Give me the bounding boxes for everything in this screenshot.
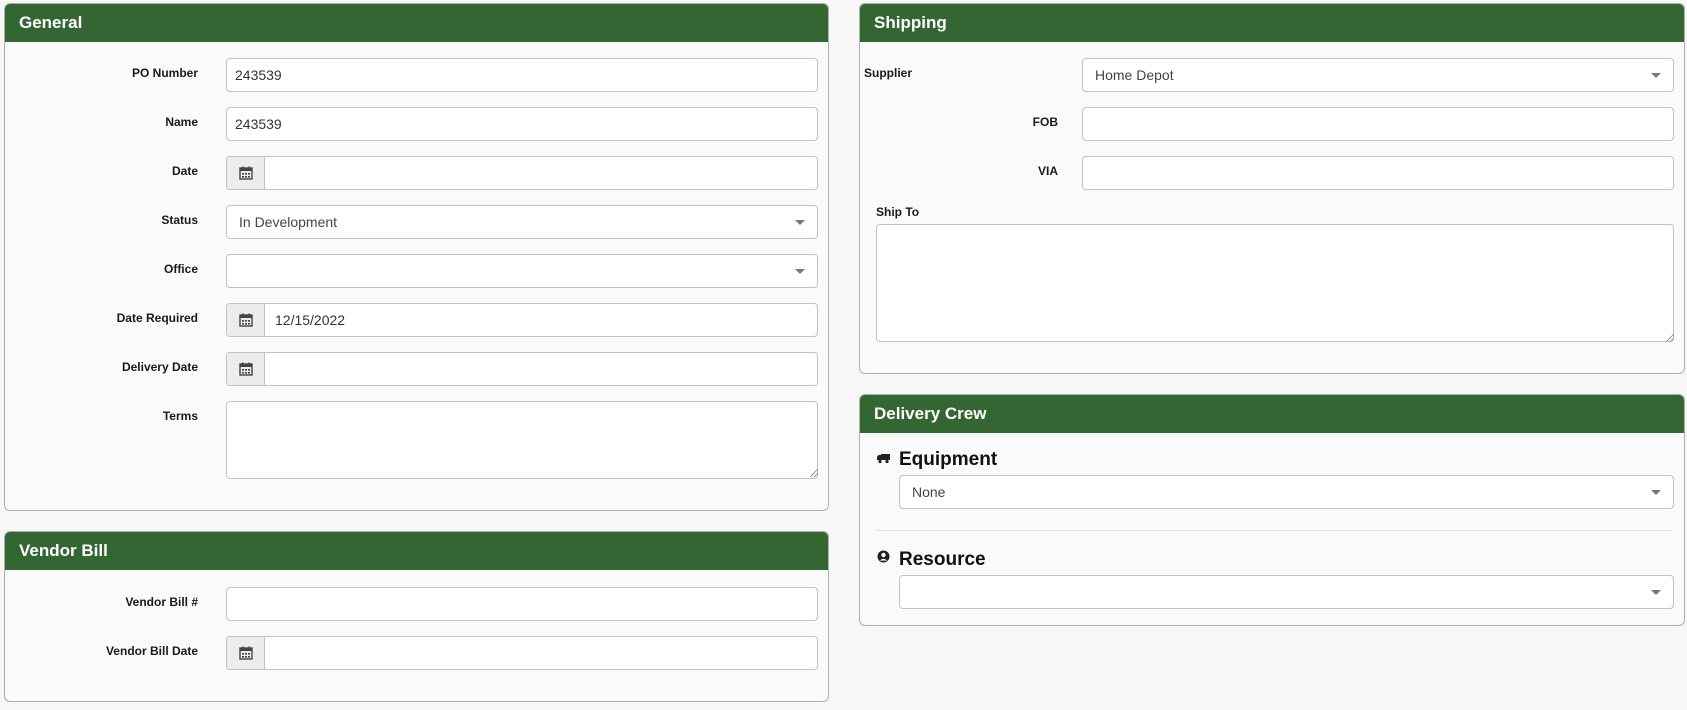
resize-handle[interactable]	[810, 469, 818, 477]
supplier-value: Home Depot	[1095, 67, 1174, 83]
office-label: Office	[163, 262, 198, 276]
ship-to-textarea[interactable]	[876, 224, 1674, 342]
po-number-label: PO Number	[131, 66, 198, 80]
supplier-select[interactable]: Home Depot	[1082, 58, 1674, 92]
chevron-down-icon	[1651, 73, 1661, 78]
vendor-bill-panel-title: Vendor Bill	[5, 532, 828, 570]
date-required-value: 12/15/2022	[275, 312, 346, 328]
date-required-label: Date Required	[116, 311, 198, 325]
vendor-bill-panel: Vendor Bill Vendor Bill # Vendor Bill Da…	[4, 531, 829, 702]
vendor-bill-number-input[interactable]	[226, 587, 818, 621]
general-panel-title: General	[5, 4, 828, 42]
general-panel: General PO Number 243539 Name 243539 Dat…	[4, 3, 829, 511]
status-value: In Development	[239, 214, 338, 230]
po-number-input[interactable]: 243539	[226, 58, 818, 92]
section-divider	[876, 530, 1672, 531]
calendar-icon[interactable]	[227, 353, 265, 385]
date-required-input[interactable]: 12/15/2022	[226, 303, 818, 337]
resize-handle[interactable]	[1666, 334, 1674, 342]
name-input[interactable]: 243539	[226, 107, 818, 141]
vendor-bill-number-label: Vendor Bill #	[125, 595, 198, 609]
resource-title: Resource	[899, 549, 986, 570]
equipment-title: Equipment	[899, 449, 998, 470]
user-circle-icon	[877, 550, 890, 568]
shipping-panel: Shipping Supplier Home Depot FOB VIA Shi…	[859, 3, 1685, 374]
delivery-crew-panel: Delivery Crew Equipment None Resource	[859, 394, 1685, 626]
shipping-panel-title: Shipping	[860, 4, 1684, 42]
chevron-down-icon	[795, 220, 805, 225]
terms-label: Terms	[162, 409, 198, 423]
chevron-down-icon	[1651, 590, 1661, 595]
vendor-bill-date-label: Vendor Bill Date	[105, 644, 198, 658]
terms-textarea[interactable]	[226, 401, 818, 479]
name-label: Name	[165, 115, 198, 129]
status-label: Status	[161, 213, 198, 227]
calendar-icon[interactable]	[227, 157, 265, 189]
date-input[interactable]	[226, 156, 818, 190]
via-label: VIA	[1037, 164, 1058, 178]
equipment-select[interactable]: None	[899, 475, 1674, 509]
delivery-crew-panel-title: Delivery Crew	[860, 395, 1684, 433]
fob-label: FOB	[1032, 115, 1058, 129]
calendar-icon[interactable]	[227, 637, 265, 669]
resource-select[interactable]	[899, 575, 1674, 609]
equipment-value: None	[912, 484, 946, 500]
via-input[interactable]	[1082, 156, 1674, 190]
fob-input[interactable]	[1082, 107, 1674, 141]
chevron-down-icon	[795, 269, 805, 274]
vendor-bill-date-input[interactable]	[226, 636, 818, 670]
supplier-label: Supplier	[863, 66, 912, 80]
calendar-icon[interactable]	[227, 304, 265, 336]
truck-icon	[877, 451, 890, 469]
delivery-date-input[interactable]	[226, 352, 818, 386]
office-select[interactable]	[226, 254, 818, 288]
status-select[interactable]: In Development	[226, 205, 818, 239]
delivery-date-label: Delivery Date	[121, 360, 198, 374]
date-label: Date	[171, 164, 198, 178]
ship-to-label: Ship To	[876, 205, 920, 219]
chevron-down-icon	[1651, 490, 1661, 495]
